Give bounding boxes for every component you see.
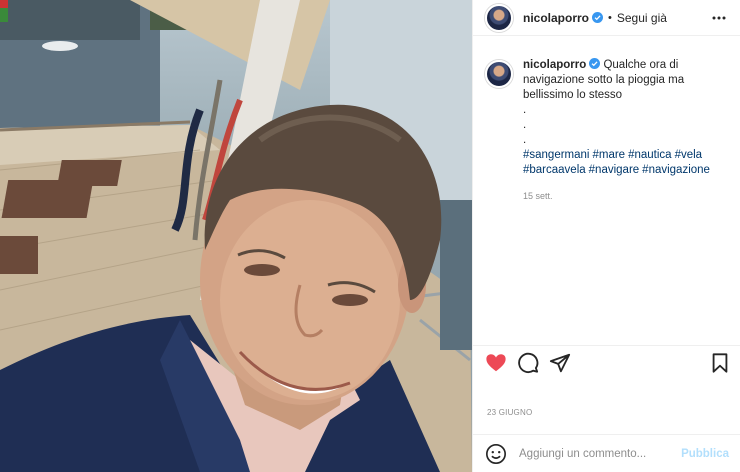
hashtag-list: #sangermani #mare #nautica #vela #barcaavel… (523, 148, 723, 178)
hashtag-link[interactable]: #nautica (628, 149, 671, 161)
separator-dot: • (608, 11, 612, 24)
bookmark-icon[interactable] (709, 352, 731, 374)
verified-badge-icon (592, 12, 604, 23)
hashtag-link[interactable]: #navigare (589, 164, 640, 176)
publish-button[interactable]: Pubblica (681, 448, 729, 460)
comment-box: Pubblica (473, 434, 740, 472)
caption-body: nicolaporro Qualche ora di navigazione s… (523, 58, 723, 204)
caption-username-link[interactable]: nicolaporro (523, 59, 586, 71)
username-link[interactable]: nicolaporro (523, 11, 589, 25)
paper-plane-icon[interactable] (549, 352, 571, 374)
hashtag-link[interactable]: #navigazione (642, 164, 710, 176)
hashtag-link[interactable]: #barcaavela (523, 164, 586, 176)
selfie-on-sailboat-image (0, 0, 472, 472)
post-actions (473, 345, 740, 381)
post-caption: nicolaporro Qualche ora di navigazione s… (485, 58, 733, 204)
hashtag-link[interactable]: #sangermani (523, 149, 589, 161)
more-options-icon[interactable] (711, 11, 727, 25)
comment-bubble-icon[interactable] (517, 352, 539, 374)
hashtag-link[interactable]: #mare (592, 149, 625, 161)
caption-dot-line: . (523, 134, 527, 146)
comment-input[interactable] (519, 447, 682, 460)
post-header: nicolaporro • Segui già (473, 0, 740, 36)
verified-badge-icon (589, 58, 601, 69)
caption-timestamp: 15 sett. (523, 191, 553, 201)
heart-filled-icon[interactable] (485, 352, 507, 374)
post-photo[interactable] (0, 0, 472, 472)
following-button[interactable]: Segui già (617, 11, 667, 25)
hashtag-link[interactable]: #vela (675, 149, 703, 161)
post-date: 23 GIUGNO (487, 408, 533, 417)
post-side-panel: nicolaporro • Segui già nicolaporro Qual… (472, 0, 740, 472)
caption-dot-line: . (523, 104, 527, 116)
avatar[interactable] (485, 3, 513, 32)
emoji-smile-icon[interactable] (485, 443, 507, 465)
caption-dot-line: . (523, 119, 527, 131)
caption-avatar[interactable] (485, 60, 513, 88)
